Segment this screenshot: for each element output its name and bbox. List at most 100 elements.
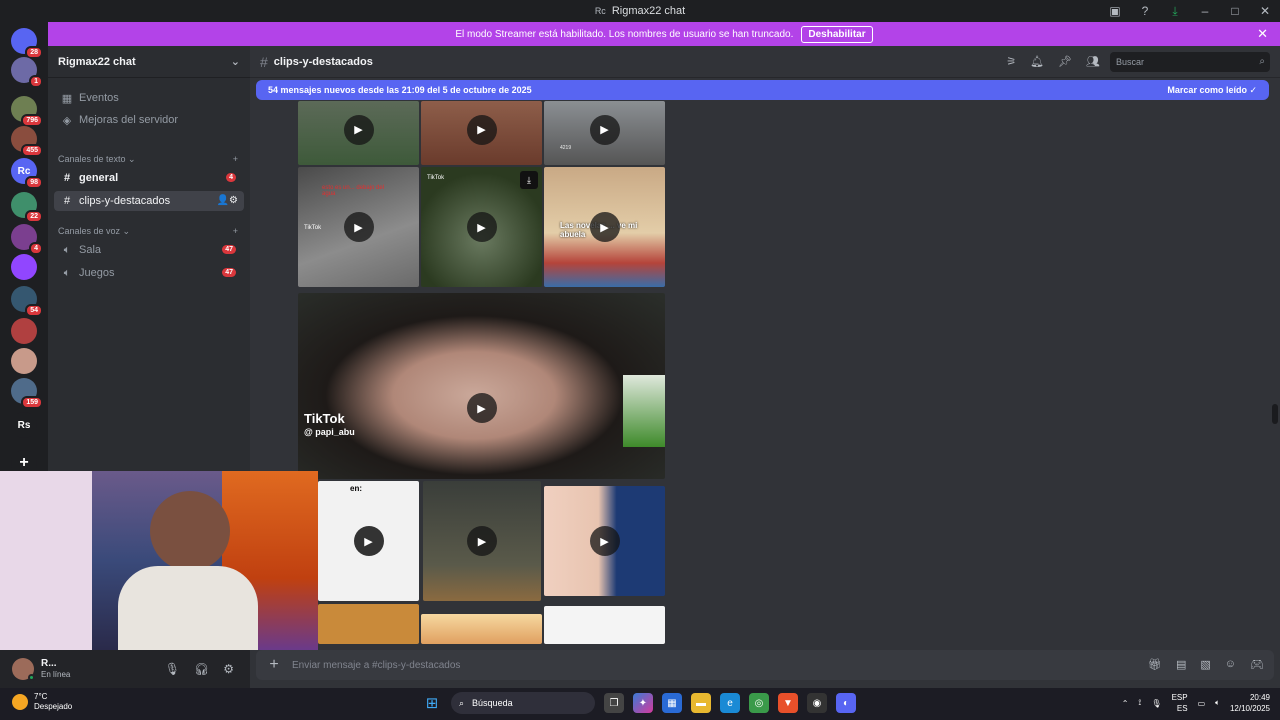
- pin-icon[interactable]: 📌︎: [1058, 55, 1072, 68]
- play-icon[interactable]: ▶: [343, 114, 374, 145]
- video-tile[interactable]: esto es un... debajo del agua TikTok ▶: [298, 167, 419, 287]
- task-view-icon[interactable]: ❐: [604, 693, 624, 713]
- user-info[interactable]: R... En línea: [41, 658, 70, 680]
- disable-streamer-button[interactable]: Deshabilitar: [801, 25, 873, 43]
- display-icon[interactable]: ▭: [1198, 699, 1206, 708]
- chrome-icon[interactable]: ◎: [749, 693, 769, 713]
- mark-read-button[interactable]: Marcar como leído ✓: [1167, 85, 1257, 96]
- server-icon[interactable]: Rs: [11, 412, 37, 438]
- server-icon[interactable]: [11, 254, 37, 280]
- video-tile-large[interactable]: TikTok @ papi_abu ▶: [298, 293, 665, 479]
- video-tile[interactable]: [421, 614, 542, 644]
- copilot-icon[interactable]: ✦: [633, 693, 653, 713]
- server-icon[interactable]: 1: [11, 57, 43, 88]
- obs-icon[interactable]: ◉: [807, 693, 827, 713]
- video-tile[interactable]: Las novelas ... ve mi abuela ▶: [544, 167, 665, 287]
- channel-general[interactable]: # general 4: [54, 168, 244, 188]
- voice-channel-sala[interactable]: 🔈︎ Sala 47: [54, 240, 244, 260]
- play-icon[interactable]: ▶: [343, 212, 374, 242]
- app-logo: Rc: [594, 6, 606, 16]
- message-composer[interactable]: + Enviar mensaje a #clips-y-destacados 🎁…: [256, 650, 1274, 680]
- download-icon[interactable]: ⤓: [520, 171, 538, 189]
- server-boost-item[interactable]: ◈ Mejoras del servidor: [54, 110, 244, 130]
- chevron-up-icon[interactable]: ⌃: [1122, 699, 1129, 708]
- bell-icon[interactable]: 🔔︎: [1030, 55, 1044, 68]
- network-icon[interactable]: ⟟: [1138, 698, 1141, 708]
- inbox-icon[interactable]: ▣: [1100, 4, 1130, 18]
- emoji-icon[interactable]: ☺: [1225, 658, 1236, 671]
- video-tile[interactable]: [544, 606, 665, 644]
- play-icon[interactable]: ▶: [589, 212, 620, 242]
- discord-icon[interactable]: ◐: [836, 693, 856, 713]
- apps-icon[interactable]: 🎮︎: [1250, 658, 1264, 671]
- server-icon[interactable]: 28: [11, 28, 43, 59]
- voice-category[interactable]: Canales de voz ⌄ +: [58, 226, 238, 237]
- microphone-icon[interactable]: 🎙︎: [165, 662, 180, 676]
- minimize-button[interactable]: –: [1190, 4, 1220, 18]
- language-indicator[interactable]: ESP ES: [1172, 692, 1188, 714]
- new-messages-banner[interactable]: 54 mensajes nuevos desde las 21:09 del 5…: [256, 80, 1269, 100]
- taskbar-search[interactable]: ⌕ Búsqueda: [451, 692, 595, 714]
- server-icon[interactable]: 796: [11, 96, 43, 127]
- close-window-button[interactable]: ✕: [1250, 4, 1280, 18]
- play-icon[interactable]: ▶: [466, 393, 497, 424]
- server-header[interactable]: Rigmax22 chat ⌄: [48, 46, 250, 78]
- play-icon[interactable]: ▶: [589, 114, 620, 145]
- search-input[interactable]: Buscar ⌕: [1110, 52, 1270, 72]
- server-icon[interactable]: 159: [11, 378, 43, 409]
- video-tile[interactable]: [318, 604, 419, 644]
- video-tile[interactable]: ▶ 4219: [544, 101, 665, 165]
- clock[interactable]: 20:49 12/10/2025: [1230, 692, 1270, 714]
- edge-icon[interactable]: e: [720, 693, 740, 713]
- channel-clips[interactable]: # clips-y-destacados 👤⚙: [54, 191, 244, 211]
- headphones-icon[interactable]: 🎧︎: [194, 662, 209, 676]
- server-icon[interactable]: [11, 318, 37, 344]
- play-icon[interactable]: ▶: [353, 526, 384, 556]
- gif-icon[interactable]: ▤: [1176, 658, 1186, 671]
- server-icon[interactable]: 22: [11, 192, 43, 223]
- download-icon[interactable]: ⤓: [1160, 4, 1190, 19]
- text-category[interactable]: Canales de texto ⌄ +: [58, 154, 238, 165]
- scrollbar-thumb[interactable]: [1272, 404, 1278, 424]
- close-icon[interactable]: ✕: [1257, 26, 1268, 42]
- events-label: Eventos: [79, 92, 119, 104]
- start-icon[interactable]: ⊞: [422, 693, 442, 713]
- play-icon[interactable]: ▶: [466, 114, 497, 145]
- threads-icon[interactable]: ⚞: [1006, 55, 1016, 68]
- server-icon[interactable]: 4: [11, 224, 43, 255]
- file-explorer-icon[interactable]: ▬: [691, 693, 711, 713]
- store-icon[interactable]: ▦: [662, 693, 682, 713]
- invite-gear-icons[interactable]: 👤⚙: [217, 195, 238, 206]
- server-icon[interactable]: [11, 348, 37, 374]
- play-icon[interactable]: ▶: [467, 526, 497, 556]
- server-icon[interactable]: 54: [11, 286, 43, 317]
- avatar[interactable]: [12, 658, 35, 681]
- events-item[interactable]: ▦ Eventos: [54, 88, 244, 108]
- speaker-icon: 🔈︎: [63, 243, 71, 256]
- video-tile[interactable]: ▶: [298, 101, 419, 165]
- brave-icon[interactable]: ▼: [778, 693, 798, 713]
- add-voice-channel-icon[interactable]: +: [233, 226, 238, 237]
- gear-icon[interactable]: ⚙: [223, 662, 234, 676]
- add-channel-icon[interactable]: +: [233, 154, 238, 165]
- play-icon[interactable]: ▶: [466, 212, 497, 242]
- gift-icon[interactable]: 🎁︎: [1148, 658, 1162, 671]
- members-icon[interactable]: 👥︎: [1086, 55, 1100, 68]
- mic-icon[interactable]: 🎙︎: [1151, 699, 1161, 708]
- video-tile[interactable]: TikTok ⤓ ▶: [421, 167, 542, 287]
- weather-widget[interactable]: 7°C Despejado: [12, 692, 72, 712]
- add-attachment-icon[interactable]: +: [256, 656, 292, 674]
- video-tile[interactable]: en: ▶: [318, 481, 419, 601]
- server-icon[interactable]: Rc 98: [11, 158, 43, 189]
- volume-icon[interactable]: 🔈︎: [1215, 698, 1220, 708]
- chevron-down-icon: ⌄: [230, 56, 240, 68]
- server-icon[interactable]: 455: [11, 126, 43, 157]
- video-tile[interactable]: ▶: [421, 101, 542, 165]
- video-tile[interactable]: ▶: [544, 486, 665, 596]
- sticker-icon[interactable]: ▧: [1200, 658, 1210, 671]
- voice-channel-juegos[interactable]: 🔈︎ Juegos 47: [54, 263, 244, 283]
- maximize-button[interactable]: □: [1220, 4, 1250, 18]
- help-icon[interactable]: ?: [1130, 4, 1160, 18]
- video-tile[interactable]: ▶: [423, 481, 541, 601]
- play-icon[interactable]: ▶: [589, 526, 620, 556]
